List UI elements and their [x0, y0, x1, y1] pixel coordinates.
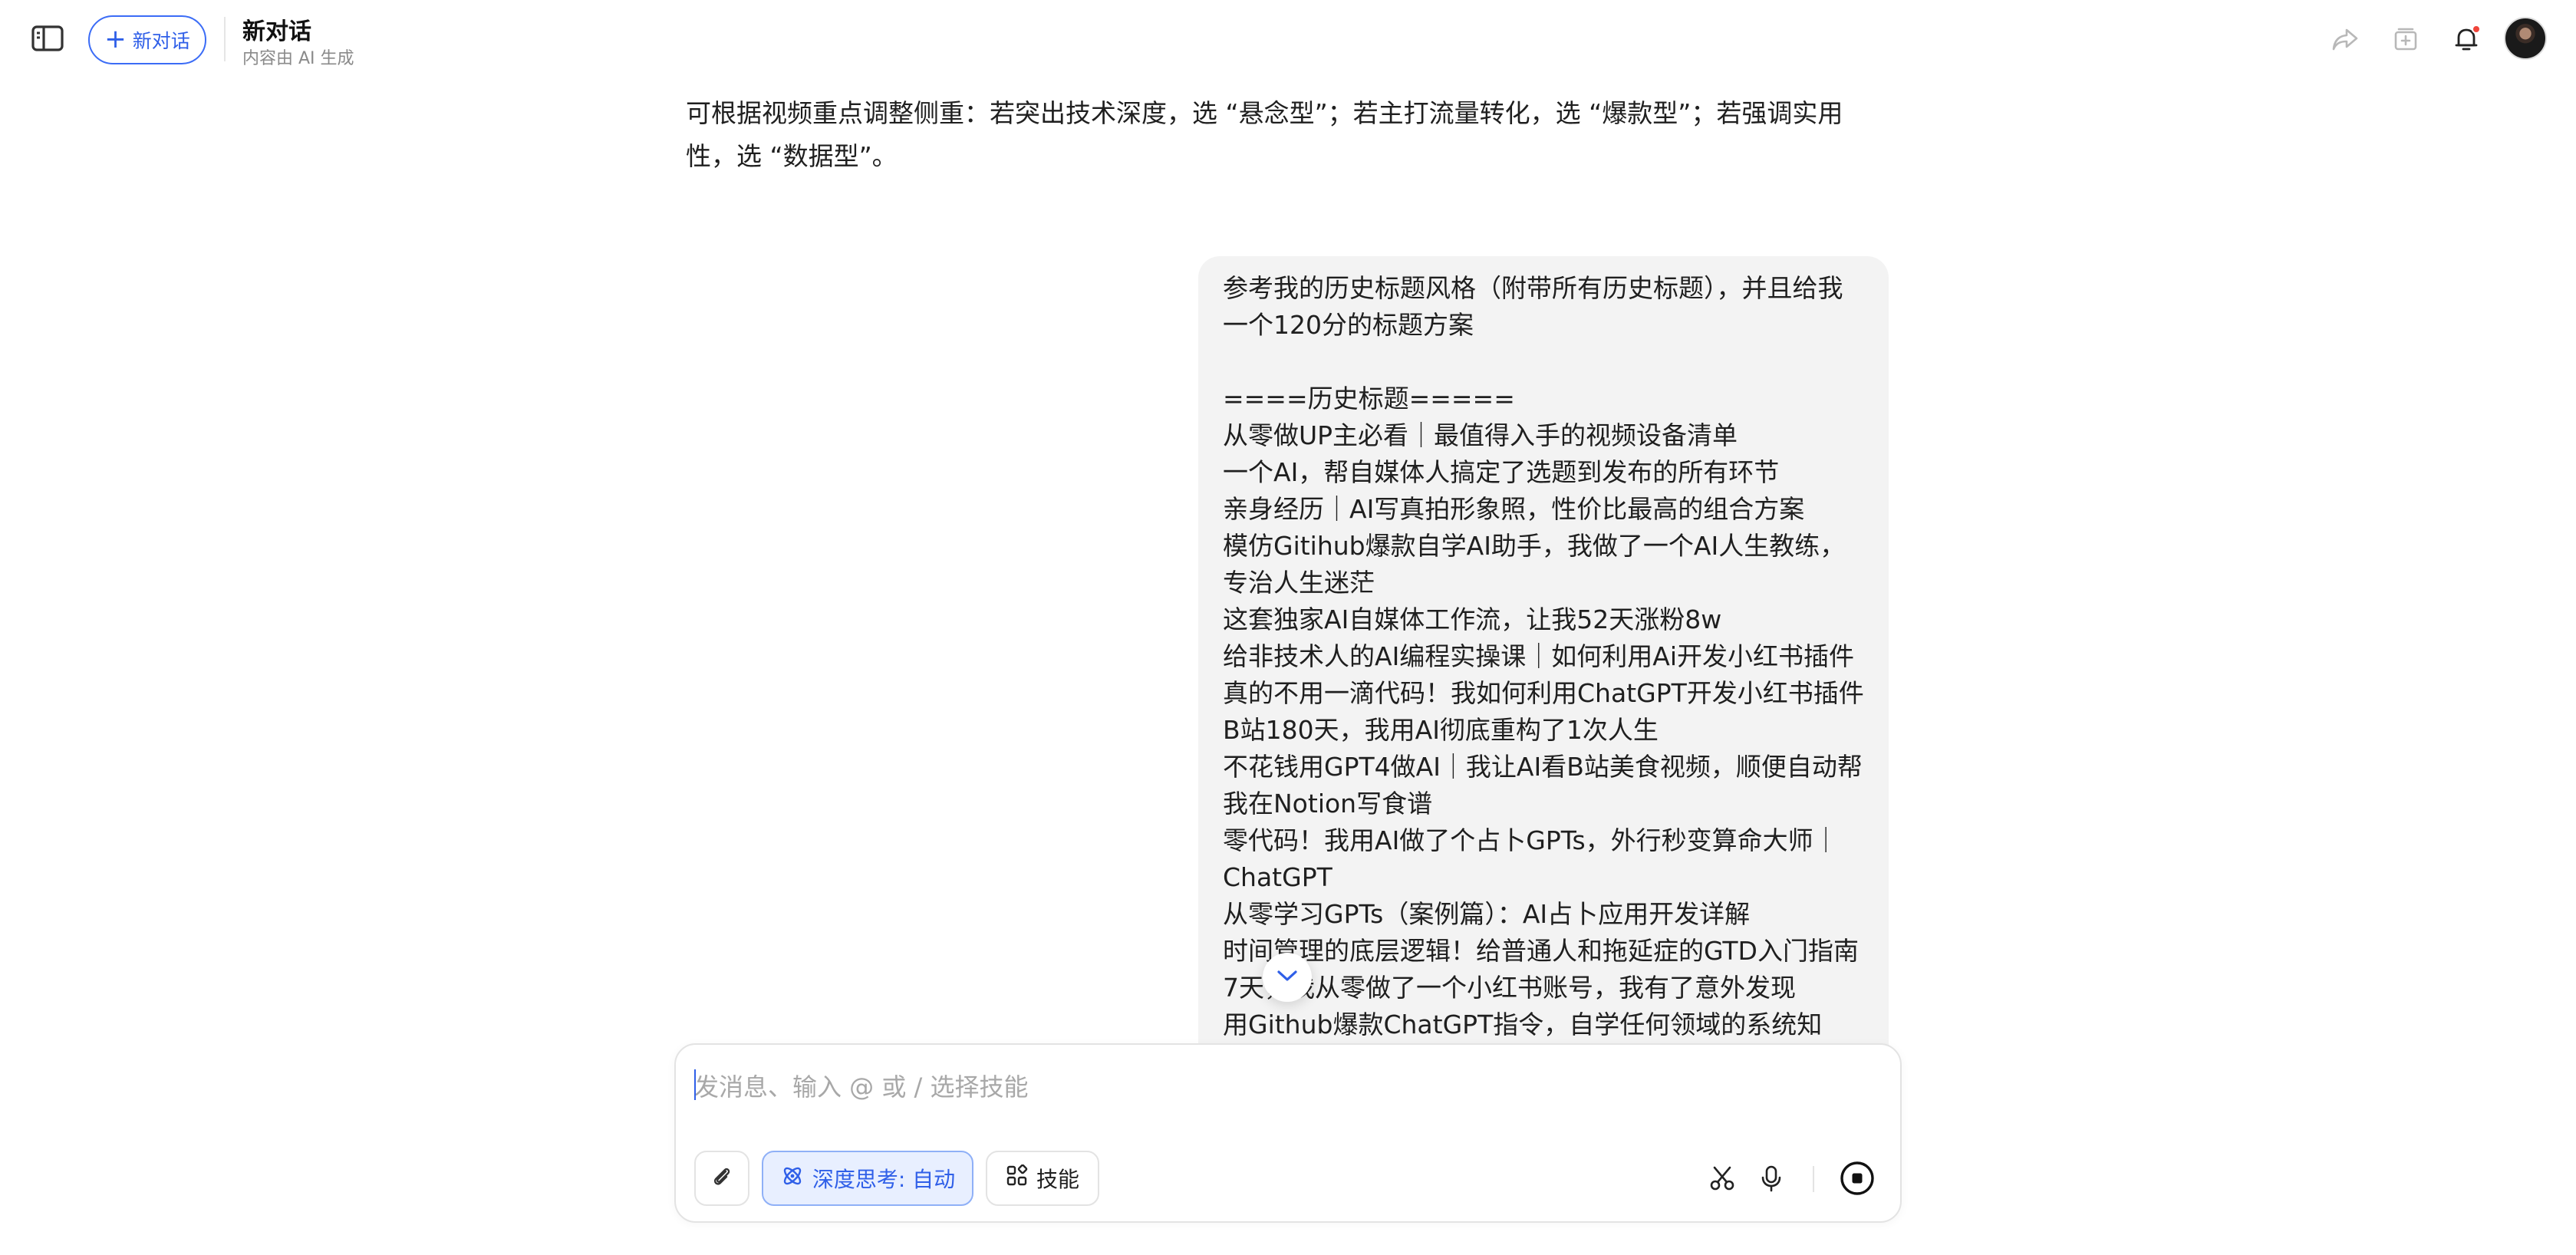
user-message-line: 参考我的历史标题风格（附带所有历史标题），并且给我一个120分的标题方案 — [1223, 273, 1843, 340]
user-message-line: 零代码！我用AI做了个占卜GPTs，外行秒变算命大师｜ChatGPT — [1223, 825, 1839, 892]
top-bar: + 新对话 新对话 内容由 AI 生成 — [0, 0, 2576, 77]
message-composer: 深度思考: 自动 技能 — [674, 1043, 1902, 1223]
new-chat-label: 新对话 — [132, 30, 190, 52]
user-message-line: 不花钱用GPT4做AI｜我让AI看B站美食视频，顺便自动帮我在Notion写食谱 — [1223, 752, 1863, 819]
scissors-icon[interactable] — [1705, 1161, 1739, 1195]
sidebar-toggle-icon[interactable] — [31, 23, 66, 54]
user-message-bubble: 参考我的历史标题风格（附带所有历史标题），并且给我一个120分的标题方案 ===… — [1198, 256, 1889, 1054]
skills-button[interactable]: 技能 — [986, 1151, 1099, 1206]
notification-dot — [2472, 25, 2481, 34]
bell-icon[interactable] — [2450, 23, 2482, 55]
apps-grid-icon — [1006, 1164, 1029, 1193]
text-caret — [694, 1069, 696, 1100]
page-title: 新对话 — [242, 18, 311, 45]
chevron-down-icon — [1276, 969, 1299, 986]
user-message-blank-line — [1223, 344, 1864, 380]
header-divider — [224, 17, 226, 61]
new-chat-button[interactable]: + 新对话 — [88, 15, 206, 64]
microphone-icon[interactable] — [1754, 1161, 1788, 1195]
user-message-line: ====历史标题===== — [1223, 384, 1515, 413]
user-message-line: 一个AI，帮自媒体人搞定了选题到发布的所有环节 — [1223, 457, 1780, 487]
deep-think-toggle[interactable]: 深度思考: 自动 — [762, 1151, 973, 1206]
scroll-to-bottom-button[interactable] — [1263, 953, 1312, 1002]
stop-generation-icon[interactable] — [1837, 1158, 1877, 1198]
user-message-line: 模仿Gitihub爆款自学AI助手，我做了一个AI人生教练，专治人生迷茫 — [1223, 531, 1846, 598]
composer-divider — [1813, 1166, 1814, 1192]
deep-think-label: 深度思考: 自动 — [812, 1167, 956, 1192]
skills-label: 技能 — [1036, 1167, 1079, 1192]
attach-button[interactable] — [694, 1151, 749, 1206]
avatar[interactable] — [2504, 17, 2547, 60]
user-message-line: 亲身经历｜AI写真拍形象照，性价比最高的组合方案 — [1223, 494, 1805, 524]
user-message-line: 从零学习GPTs（案例篇）：AI占卜应用开发详解 — [1223, 899, 1751, 929]
archive-icon[interactable] — [2390, 23, 2422, 55]
user-message-line: 时间管理的底层逻辑！给普通人和拖延症的GTD入门指南 — [1223, 936, 1859, 966]
user-message-line: 7天，我从零做了一个小红书账号，我有了意外发现 — [1223, 973, 1796, 1003]
atom-icon — [780, 1164, 805, 1194]
user-message-line: 真的不用一滴代码！我如何利用ChatGPT开发小红书插件 — [1223, 678, 1864, 708]
message-input[interactable] — [694, 1068, 1845, 1106]
share-icon[interactable] — [2329, 23, 2361, 55]
user-message-line: 从零做UP主必看｜最值得入手的视频设备清单 — [1223, 420, 1738, 450]
ai-message-text: 可根据视频重点调整侧重：若突出技术深度，选 “悬念型”；若主打流量转化，选 “爆… — [686, 98, 1843, 171]
paperclip-icon — [710, 1164, 734, 1192]
plus-icon: + — [104, 23, 127, 54]
user-message-line: B站180天，我用AI彻底重构了1次人生 — [1223, 715, 1659, 745]
user-message-line: 这套独家AI自媒体工作流，让我52天涨粉8w — [1223, 604, 1722, 634]
page-subtitle: 内容由 AI 生成 — [242, 49, 354, 68]
user-message-line: 给非技术人的AI编程实操课｜如何利用Ai开发小红书插件 — [1223, 641, 1855, 671]
